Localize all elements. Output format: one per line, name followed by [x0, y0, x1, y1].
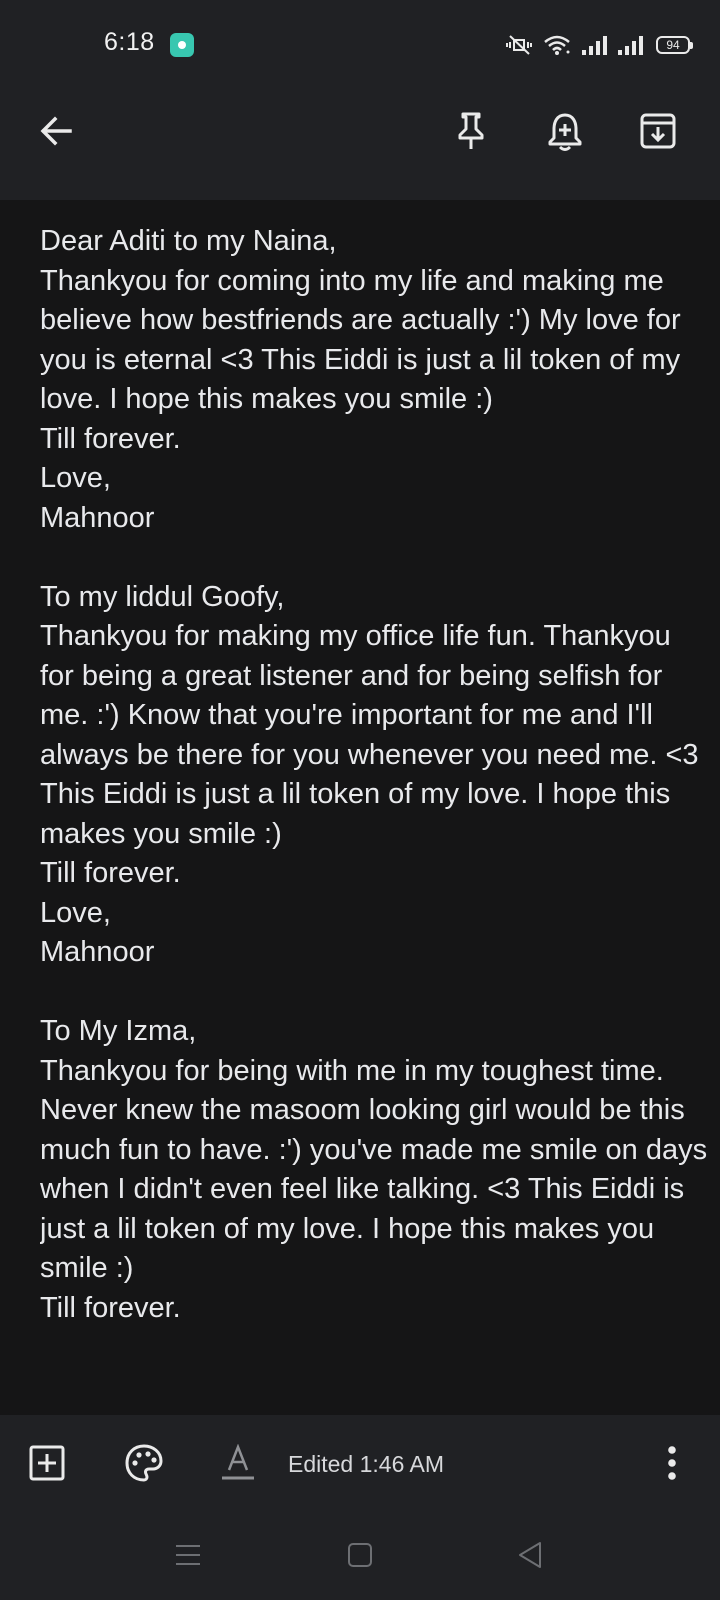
status-icons: 94: [504, 30, 693, 60]
app-notification-icon: [170, 33, 194, 57]
more-options-button[interactable]: [644, 1437, 700, 1493]
home-square-icon: [347, 1542, 373, 1573]
system-back-button[interactable]: [510, 1537, 550, 1577]
battery-level: 94: [666, 38, 680, 52]
note-editor-screen: 6:18 94 Dear Aditi to my Naina, Thankyou…: [0, 0, 720, 1600]
status-time: 6:18: [104, 28, 155, 56]
add-box-icon: [29, 1445, 65, 1486]
back-button[interactable]: [28, 105, 84, 161]
pin-button[interactable]: [443, 105, 499, 161]
background-options-button[interactable]: [116, 1437, 172, 1493]
text-format-button[interactable]: [210, 1437, 266, 1493]
signal-icon: [580, 34, 608, 56]
pin-icon: [454, 111, 488, 156]
edited-timestamp: Edited 1:46 AM: [288, 1451, 444, 1477]
reminder-bell-icon: [547, 111, 583, 156]
status-bar: 6:18 94: [0, 0, 720, 90]
bottom-toolbar: Edited 1:46 AM: [0, 1415, 720, 1515]
top-chrome: 6:18 94: [0, 0, 720, 200]
system-nav-bar: [0, 1515, 720, 1600]
app-bar: [0, 95, 720, 175]
text-format-icon: [220, 1443, 256, 1487]
recents-menu-icon: [175, 1544, 201, 1571]
battery-icon: 94: [656, 36, 693, 54]
back-arrow-icon: [38, 113, 74, 154]
recents-button[interactable]: [168, 1537, 208, 1577]
add-content-button[interactable]: [19, 1437, 75, 1493]
wifi-icon: [542, 34, 572, 56]
palette-icon: [124, 1443, 164, 1488]
archive-icon: [639, 112, 677, 155]
home-button[interactable]: [340, 1537, 380, 1577]
reminder-button[interactable]: [537, 105, 593, 161]
archive-button[interactable]: [630, 105, 686, 161]
more-vert-icon: [666, 1445, 678, 1486]
vibrate-mute-icon: [504, 34, 534, 56]
back-triangle-icon: [517, 1541, 543, 1574]
signal-icon: [616, 34, 644, 56]
note-body-text[interactable]: Dear Aditi to my Naina, Thankyou for com…: [40, 222, 712, 1410]
